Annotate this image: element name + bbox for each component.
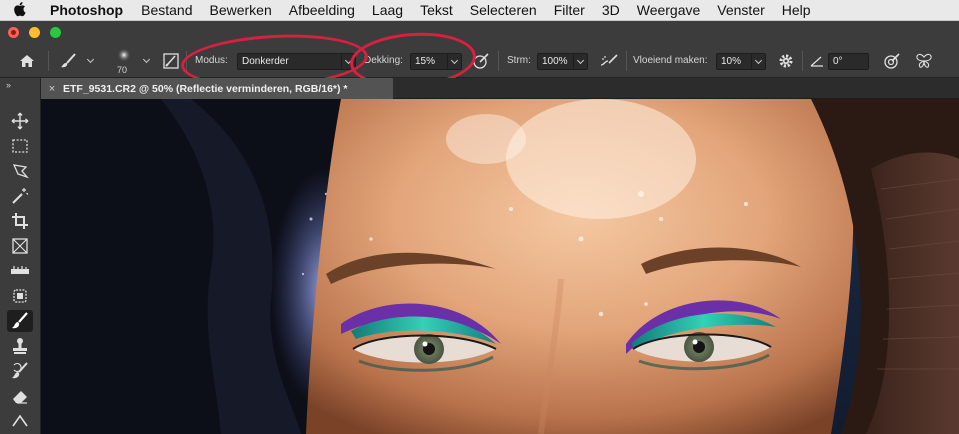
separator (48, 51, 49, 71)
symmetry-butterfly-icon[interactable] (913, 52, 935, 70)
angle-field[interactable]: 0° (828, 53, 869, 70)
mode-select[interactable]: Donkerder (237, 53, 356, 70)
menu-3d[interactable]: 3D (602, 2, 620, 18)
separator (626, 51, 627, 71)
document-tab[interactable]: × ETF_9531.CR2 @ 50% (Reflectie verminde… (41, 78, 393, 99)
minimize-window-button[interactable] (29, 27, 40, 38)
document-canvas[interactable] (41, 99, 959, 434)
crop-tool-icon[interactable] (7, 210, 33, 232)
menu-afbeelding[interactable]: Afbeelding (289, 2, 355, 18)
frame-tool-icon[interactable] (7, 235, 33, 257)
brush-settings-panel-icon[interactable] (160, 52, 182, 70)
opacity-value: 15% (415, 56, 436, 67)
separator (498, 51, 499, 71)
home-icon[interactable] (14, 52, 40, 70)
airbrush-icon[interactable] (597, 52, 621, 70)
stamp-tool-icon[interactable] (7, 335, 33, 357)
healing-tool-icon[interactable] (7, 285, 33, 307)
document-tab-bar: × ETF_9531.CR2 @ 50% (Reflectie verminde… (41, 78, 959, 99)
apple-icon[interactable] (14, 0, 32, 21)
menu-help[interactable]: Help (782, 2, 811, 18)
brush-preset-icon[interactable] (58, 52, 80, 70)
chevron-down-icon[interactable] (573, 54, 587, 69)
move-tool-icon[interactable] (7, 110, 33, 132)
menu-laag[interactable]: Laag (372, 2, 403, 18)
angle-value: 0° (833, 56, 843, 67)
menu-filter[interactable]: Filter (554, 2, 585, 18)
brush-size-value: 70 (117, 65, 128, 75)
history-brush-tool-icon[interactable] (7, 360, 33, 382)
lasso-tool-icon[interactable] (7, 160, 33, 182)
mode-label: Modus: (195, 55, 228, 66)
window-titlebar (0, 21, 959, 44)
smoothing-label: Vloeiend maken: (633, 55, 708, 66)
pressure-size-icon[interactable] (881, 52, 903, 70)
options-bar: 70 Modus: Donkerder Dekking: 15% Strm: 1… (0, 44, 959, 78)
chevron-down-icon[interactable] (447, 54, 461, 69)
ruler-tool-icon[interactable] (7, 260, 33, 282)
brush-tip-icon[interactable] (112, 47, 136, 63)
gear-icon[interactable] (775, 52, 797, 70)
collapse-panel-icon[interactable]: ›› (6, 80, 11, 90)
menu-tekst[interactable]: Tekst (420, 2, 453, 18)
magic-wand-tool-icon[interactable] (7, 185, 33, 207)
menu-bar: Photoshop Bestand Bewerken Afbeelding La… (0, 0, 959, 21)
menu-weergave[interactable]: Weergave (637, 2, 701, 18)
pressure-opacity-icon[interactable] (470, 52, 492, 70)
flow-field[interactable]: 100% (537, 53, 588, 70)
smoothing-field[interactable]: 10% (716, 53, 766, 70)
brush-tool-icon[interactable] (7, 310, 33, 332)
photo-image (41, 99, 959, 434)
opacity-field[interactable]: 15% (410, 53, 462, 70)
mode-value: Donkerder (242, 56, 289, 67)
menu-bewerken[interactable]: Bewerken (209, 2, 271, 18)
marquee-tool-icon[interactable] (7, 135, 33, 157)
separator (186, 51, 187, 71)
menu-venster[interactable]: Venster (717, 2, 764, 18)
eraser-tool-icon[interactable] (7, 385, 33, 407)
menu-app-name[interactable]: Photoshop (50, 2, 123, 18)
gradient-tool-icon[interactable] (7, 410, 33, 432)
menu-selecteren[interactable]: Selecteren (470, 2, 537, 18)
chevron-down-icon[interactable] (140, 55, 152, 66)
document-tab-title: ETF_9531.CR2 @ 50% (Reflectie vermindere… (63, 82, 348, 95)
angle-icon (809, 53, 825, 69)
close-tab-icon[interactable]: × (41, 83, 63, 95)
tools-panel: ›› (0, 78, 41, 434)
separator (802, 51, 803, 71)
opacity-label: Dekking: (364, 55, 403, 66)
menu-bestand[interactable]: Bestand (141, 2, 192, 18)
chevron-down-icon[interactable] (84, 55, 96, 66)
chevron-down-icon[interactable] (341, 54, 355, 69)
zoom-window-button[interactable] (50, 27, 61, 38)
smoothing-value: 10% (721, 56, 742, 67)
flow-value: 100% (542, 56, 568, 67)
close-window-button[interactable] (8, 27, 19, 38)
flow-label: Strm: (507, 55, 531, 66)
chevron-down-icon[interactable] (751, 54, 765, 69)
